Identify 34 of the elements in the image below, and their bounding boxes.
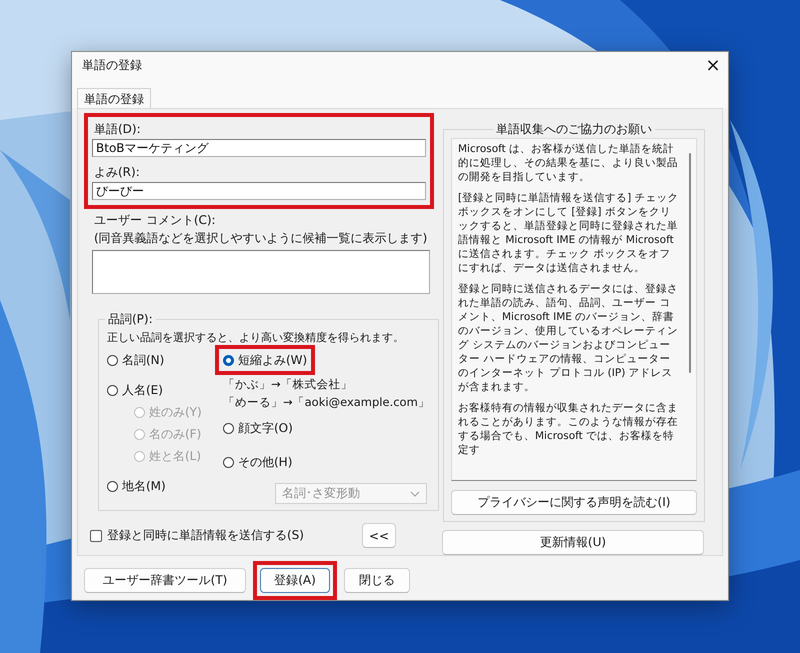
group-label: 単語収集へのご協力のお願い (495, 121, 653, 138)
field-label: よみ(R): (93, 165, 141, 180)
radio-button[interactable]: 名詞(N) (107, 349, 219, 371)
info-paragraph: [登録と同時に単語情報を送信する] チェックボックスをオンにして [登録] ボタンをクリックすると、単語登録と同時に登録された単語情報と Microsoft IME の情報が Microsoft に送信されます。チェック ボックスをオフにすれば、データは送信されません。 (458, 191, 680, 275)
privacy-button[interactable]: プライバシーに関する声明を読む(I) (451, 490, 697, 515)
radio-button[interactable]: その他(H) (223, 451, 292, 473)
collapse-button[interactable]: << (362, 523, 396, 548)
example-text: 「かぶ」→「株式会社」 (222, 376, 354, 393)
radio-button[interactable]: 短縮よみ(W) (223, 349, 308, 371)
dialog-button[interactable]: ユーザー辞書ツール(T) (84, 568, 246, 593)
group-label: 品詞(P): (107, 311, 154, 328)
scrollbar[interactable] (689, 153, 691, 373)
input-field[interactable]: BtoBマーケティング (92, 139, 426, 157)
example-text: 「めーる」→「aoki@example.com」 (222, 394, 430, 411)
radio-button[interactable]: 地名(M) (107, 475, 219, 497)
caret-icon (410, 490, 420, 496)
input-field[interactable]: びーびー (92, 182, 426, 200)
radio-button[interactable]: 人名(E) (107, 379, 219, 401)
close-button[interactable]: × (698, 55, 728, 76)
window-title: 単語の登録 (82, 57, 143, 74)
field-label: 単語(D): (93, 122, 142, 137)
comment-field[interactable] (92, 250, 430, 294)
update-info-button[interactable]: 更新情報(U) (442, 530, 704, 555)
info-paragraph: お客様特有の情報が収集されたデータに含まれることがあります。このような情報が存在する場合でも、Microsoft では、お客様を特定す (458, 401, 679, 457)
info-paragraph: Microsoft は、お客様が送信した単語を統計的に処理し、その結果を基に、より良い製品の開発を目指しています。 (458, 142, 679, 184)
description-text: 正しい品詞を選択すると、より高い変換精度を得られます。 (107, 330, 405, 345)
info-paragraph: 登録と同時に送信されるデータには、登録された単語の読み、語句、品詞、ユーザー コメント、Microsoft IME のバージョン、辞書のバージョン、使用しているオペレーティング システムのバージョンおよびコンピューター ハードウェアの情報、コンピューターのインターネット プロトコル (IP) アドレスが含まれます。 (458, 282, 679, 394)
dialog-button[interactable]: 閉じる (344, 568, 410, 593)
field-label: ユーザー コメント(C): (93, 213, 217, 228)
field-hint: (同音異義語などを選択しやすいように候補一覧に表示します) (93, 231, 428, 246)
tab[interactable]: 単語の登録 (77, 88, 151, 109)
checkbox[interactable]: 登録と同時に単語情報を送信する(S) (90, 527, 362, 544)
radio-button[interactable]: 顔文字(O) (223, 417, 293, 439)
dialog-button[interactable]: 登録(A) (260, 568, 330, 593)
